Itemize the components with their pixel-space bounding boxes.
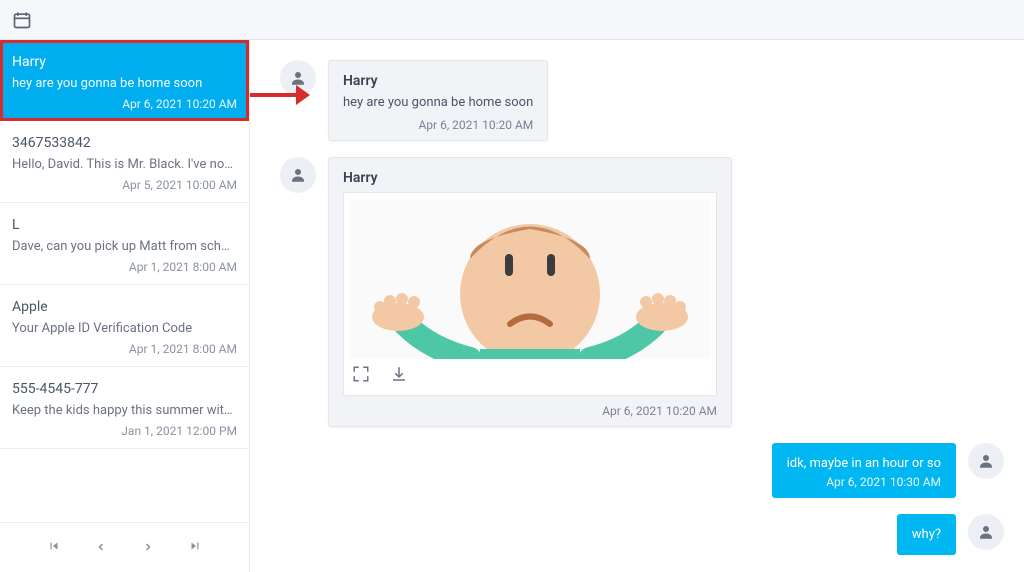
conversation-preview: Keep the kids happy this summer with … — [12, 403, 237, 418]
pager-prev[interactable] — [85, 532, 117, 563]
conversation-list: Harry hey are you gonna be home soon Apr… — [0, 40, 249, 522]
conversation-item[interactable]: L Dave, can you pick up Matt from schoo…… — [0, 203, 249, 285]
main: Harry hey are you gonna be home soon Apr… — [0, 40, 1024, 572]
pager-first[interactable] — [37, 532, 71, 563]
message-time: Apr 6, 2021 10:20 AM — [343, 118, 533, 132]
message-sender: Harry — [343, 170, 717, 186]
message-row-outgoing: why? — [280, 514, 1004, 555]
message-text: hey are you gonna be home soon — [343, 95, 533, 110]
message-row: Harry — [280, 157, 1004, 427]
expand-icon[interactable] — [352, 365, 370, 387]
message-time: Apr 6, 2021 10:30 AM — [787, 475, 941, 489]
image-actions — [350, 359, 710, 389]
message-time: Apr 6, 2021 10:20 AM — [343, 404, 717, 418]
conversation-item[interactable]: Harry hey are you gonna be home soon Apr… — [0, 40, 249, 121]
annotation-arrow — [250, 85, 310, 105]
message-row: Harry hey are you gonna be home soon Apr… — [280, 60, 1004, 141]
message-row-outgoing: idk, maybe in an hour or so Apr 6, 2021 … — [280, 443, 1004, 498]
download-icon[interactable] — [390, 365, 408, 387]
conversation-preview: Hello, David. This is Mr. Black. I've no… — [12, 157, 237, 172]
chat-pane: Harry hey are you gonna be home soon Apr… — [250, 40, 1024, 572]
conversation-name: Harry — [12, 54, 237, 70]
message-bubble-outgoing: idk, maybe in an hour or so Apr 6, 2021 … — [772, 443, 956, 498]
pager — [0, 522, 249, 572]
conversation-date: Apr 5, 2021 10:00 AM — [12, 178, 237, 192]
conversation-date: Jan 1, 2021 12:00 PM — [12, 424, 237, 438]
pager-last[interactable] — [178, 532, 212, 563]
avatar — [280, 157, 316, 193]
conversation-date: Apr 1, 2021 8:00 AM — [12, 342, 237, 356]
pager-next[interactable] — [132, 532, 164, 563]
sidebar: Harry hey are you gonna be home soon Apr… — [0, 40, 250, 572]
conversation-name: L — [12, 217, 237, 233]
conversation-item[interactable]: Apple Your Apple ID Verification Code Ap… — [0, 285, 249, 367]
conversation-preview: Your Apple ID Verification Code — [12, 321, 237, 336]
shrug-image — [350, 199, 710, 359]
message-bubble: Harry — [328, 157, 732, 427]
message-bubble: Harry hey are you gonna be home soon Apr… — [328, 60, 548, 141]
conversation-preview: hey are you gonna be home soon — [12, 76, 237, 91]
message-text: idk, maybe in an hour or so — [787, 456, 941, 471]
avatar — [968, 443, 1004, 479]
conversation-name: 3467533842 — [12, 135, 237, 151]
conversation-name: 555-4545-777 — [12, 381, 237, 397]
message-image-container — [343, 192, 717, 396]
message-bubble-outgoing: why? — [897, 514, 956, 555]
avatar — [968, 514, 1004, 550]
conversation-preview: Dave, can you pick up Matt from schoo… — [12, 239, 237, 254]
conversation-item[interactable]: 555-4545-777 Keep the kids happy this su… — [0, 367, 249, 449]
message-text: why? — [912, 527, 941, 542]
conversation-name: Apple — [12, 299, 237, 315]
conversation-date: Apr 1, 2021 8:00 AM — [12, 260, 237, 274]
topbar — [0, 0, 1024, 40]
conversation-item[interactable]: 3467533842 Hello, David. This is Mr. Bla… — [0, 121, 249, 203]
message-sender: Harry — [343, 73, 533, 89]
calendar-icon[interactable] — [12, 10, 32, 30]
conversation-date: Apr 6, 2021 10:20 AM — [12, 97, 237, 111]
